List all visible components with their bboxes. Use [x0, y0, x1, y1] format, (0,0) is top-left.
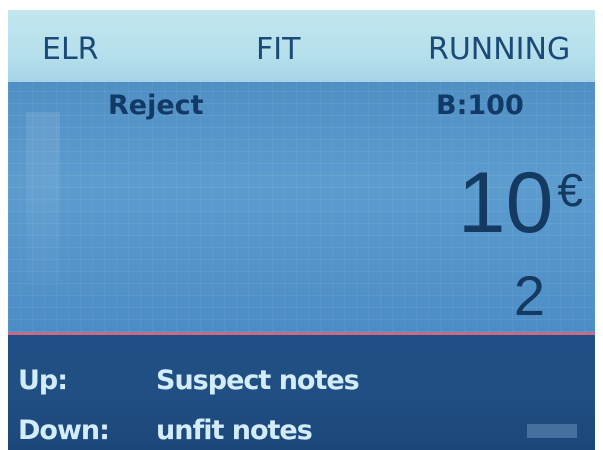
down-key-description: unfit notes [156, 415, 313, 446]
denomination-value: 10 [457, 155, 554, 251]
batch-label: B:100 [436, 90, 524, 121]
main-panel: Reject B:100 10€ 2 [8, 82, 595, 332]
status-bar: ELR FIT RUNNING [8, 10, 595, 82]
up-key-description: Suspect notes [156, 365, 360, 396]
fit-label: FIT [256, 32, 301, 67]
currency-symbol: € [557, 164, 583, 216]
up-key-label: Up: [18, 365, 68, 396]
corner-indicator [527, 424, 577, 438]
running-status-label: RUNNING [428, 32, 571, 67]
note-count: 2 [513, 264, 545, 327]
reject-label: Reject [108, 90, 204, 121]
device-display: ELR FIT RUNNING Reject B:100 10€ 2 Up: S… [8, 10, 595, 450]
help-bar: Up: Suspect notes Down: unfit notes [8, 335, 595, 450]
down-key-label: Down: [18, 415, 110, 446]
mode-label: ELR [42, 32, 99, 67]
denomination-display: 10€ [458, 160, 583, 246]
